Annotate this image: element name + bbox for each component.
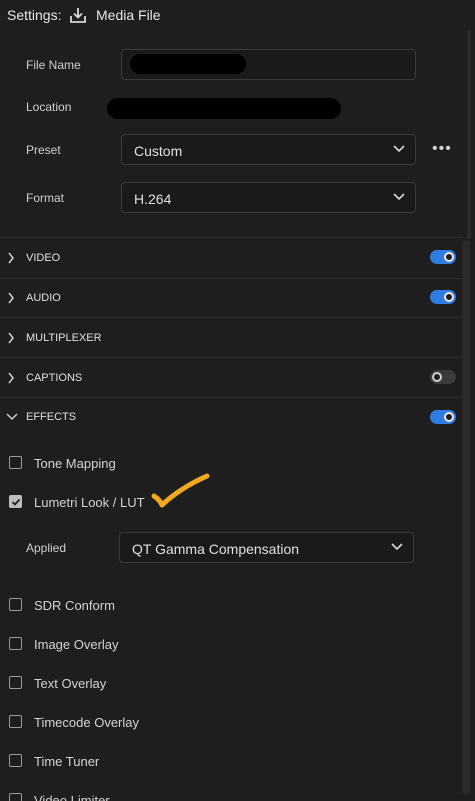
checkbox[interactable] xyxy=(9,637,22,650)
media-file-title: Media File xyxy=(96,7,161,23)
preset-value: Custom xyxy=(134,143,183,159)
location-label: Location xyxy=(26,100,72,114)
check-icon xyxy=(11,498,21,506)
effect-label: Video Limiter xyxy=(34,793,110,801)
effect-timecode-overlay[interactable]: Timecode Overlay xyxy=(0,711,300,733)
effect-label: SDR Conform xyxy=(34,598,115,613)
more-options-icon[interactable]: ••• xyxy=(432,140,452,158)
checkbox[interactable] xyxy=(9,456,22,469)
effect-label: Text Overlay xyxy=(34,676,107,691)
video-toggle[interactable] xyxy=(430,250,456,264)
section-multiplexer[interactable]: MULTIPLEXER xyxy=(0,318,462,357)
format-value: H.264 xyxy=(134,191,172,207)
section-label: CAPTIONS xyxy=(26,372,83,384)
settings-header: Settings: Media File xyxy=(0,0,475,30)
annotation-checkmark xyxy=(151,473,210,508)
section-label: VIDEO xyxy=(26,252,61,264)
section-audio[interactable]: AUDIO xyxy=(0,279,462,317)
audio-toggle[interactable] xyxy=(430,290,456,304)
applied-dropdown[interactable]: QT Gamma Compensation xyxy=(119,532,414,563)
location-value[interactable] xyxy=(107,98,341,119)
effect-image-overlay[interactable]: Image Overlay xyxy=(0,633,300,655)
file-name-field[interactable] xyxy=(121,49,416,80)
effect-label: Tone Mapping xyxy=(34,456,116,471)
effect-video-limiter[interactable]: Video Limiter xyxy=(0,789,300,801)
section-label: EFFECTS xyxy=(26,411,77,423)
section-label: AUDIO xyxy=(26,292,61,304)
chevron-right-icon xyxy=(8,292,14,304)
format-dropdown[interactable]: H.264 xyxy=(121,182,416,213)
checkbox[interactable] xyxy=(9,715,22,728)
effect-label: Time Tuner xyxy=(34,754,100,769)
checkbox[interactable] xyxy=(9,598,22,611)
scrollbar-top[interactable] xyxy=(467,30,471,239)
file-name-label: File Name xyxy=(26,58,81,72)
checkbox[interactable] xyxy=(9,754,22,767)
section-video[interactable]: VIDEO xyxy=(0,238,462,278)
effect-label: Image Overlay xyxy=(34,637,119,652)
chevron-right-icon xyxy=(8,252,14,264)
effect-time-tuner[interactable]: Time Tuner xyxy=(0,750,300,772)
download-icon[interactable] xyxy=(69,6,87,24)
effect-label: Lumetri Look / LUT xyxy=(34,495,145,510)
checkbox[interactable] xyxy=(9,676,22,689)
effect-label: Timecode Overlay xyxy=(34,715,139,730)
applied-value: QT Gamma Compensation xyxy=(132,541,300,557)
format-label: Format xyxy=(26,191,65,205)
chevron-down-icon xyxy=(6,413,18,421)
effects-toggle[interactable] xyxy=(430,410,456,424)
section-captions[interactable]: CAPTIONS xyxy=(0,358,462,397)
chevron-down-icon xyxy=(391,543,403,551)
chevron-right-icon xyxy=(8,372,14,384)
effect-text-overlay[interactable]: Text Overlay xyxy=(0,672,300,694)
preset-dropdown[interactable]: Custom xyxy=(121,134,416,165)
chevron-down-icon xyxy=(393,145,405,153)
checkbox-checked[interactable] xyxy=(9,495,22,508)
settings-label: Settings: xyxy=(7,7,62,23)
chevron-down-icon xyxy=(393,193,405,201)
scrollbar[interactable] xyxy=(462,240,470,795)
section-effects[interactable]: EFFECTS xyxy=(0,398,462,436)
captions-toggle[interactable] xyxy=(430,370,456,384)
checkbox[interactable] xyxy=(9,793,22,801)
chevron-right-icon xyxy=(8,332,14,344)
redacted-value xyxy=(130,54,246,74)
section-label: MULTIPLEXER xyxy=(26,332,102,344)
effect-sdr-conform[interactable]: SDR Conform xyxy=(0,594,300,616)
preset-label: Preset xyxy=(26,143,61,157)
applied-label: Applied xyxy=(26,541,67,555)
